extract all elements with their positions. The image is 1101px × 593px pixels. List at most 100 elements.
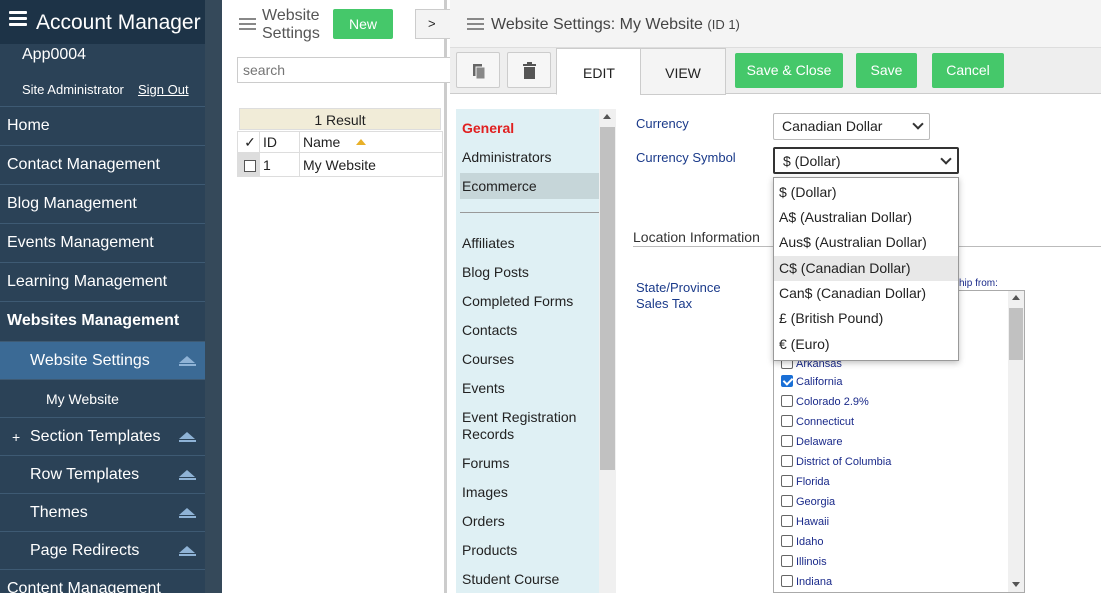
state-option[interactable]: Hawaii bbox=[781, 515, 829, 528]
category-general[interactable]: General bbox=[462, 120, 514, 136]
state-option[interactable]: Colorado 2.9% bbox=[781, 395, 869, 408]
save-close-button[interactable]: Save & Close bbox=[735, 53, 843, 88]
nav-item-page-redirects[interactable]: Page Redirects bbox=[0, 531, 205, 570]
nav-item-events-management[interactable]: Events Management bbox=[0, 223, 205, 262]
table-row[interactable]: 1 My Website bbox=[237, 152, 443, 177]
state-name: Florida bbox=[796, 476, 830, 488]
state-checkbox[interactable] bbox=[781, 455, 793, 467]
state-checkbox[interactable] bbox=[781, 575, 793, 587]
dropdown-option[interactable]: $ (Dollar) bbox=[774, 180, 958, 205]
nav-item-row-templates[interactable]: Row Templates bbox=[0, 455, 205, 494]
category-blog-posts[interactable]: Blog Posts bbox=[462, 264, 529, 280]
currency-symbol-select[interactable]: $ (Dollar) bbox=[773, 147, 959, 174]
category-images[interactable]: Images bbox=[462, 484, 508, 500]
state-checkbox[interactable] bbox=[781, 495, 793, 507]
nav-item-my-website[interactable]: My Website bbox=[0, 379, 205, 418]
state-scrollbar[interactable] bbox=[1008, 291, 1024, 592]
expand-panel-button[interactable]: > bbox=[415, 9, 451, 39]
category-orders[interactable]: Orders bbox=[462, 513, 505, 529]
state-checkbox[interactable] bbox=[781, 475, 793, 487]
nav-item-content-management[interactable]: Content Management bbox=[0, 569, 205, 593]
nav-item-blog-management[interactable]: Blog Management bbox=[0, 184, 205, 223]
scroll-down-icon[interactable] bbox=[1012, 582, 1020, 587]
nav-item-themes[interactable]: Themes bbox=[0, 493, 205, 532]
dropdown-option[interactable]: Aus$ (Australian Dollar) bbox=[774, 230, 958, 255]
category-student-course[interactable]: Student Course bbox=[462, 571, 559, 587]
collapse-icon[interactable] bbox=[179, 356, 196, 366]
scrollbar-thumb[interactable] bbox=[600, 127, 615, 470]
cancel-button[interactable]: Cancel bbox=[932, 53, 1004, 88]
state-checkbox[interactable] bbox=[781, 435, 793, 447]
category-products[interactable]: Products bbox=[462, 542, 517, 558]
category-scrollbar[interactable] bbox=[599, 109, 616, 593]
state-option[interactable]: California bbox=[781, 375, 842, 388]
state-checkbox[interactable] bbox=[781, 555, 793, 567]
category-ecommerce[interactable]: Ecommerce bbox=[460, 173, 599, 199]
state-option[interactable]: Georgia bbox=[781, 495, 835, 508]
copy-button[interactable] bbox=[456, 52, 500, 88]
name-column-header[interactable]: Name bbox=[299, 131, 443, 153]
state-option[interactable]: Illinois bbox=[781, 555, 827, 568]
id-column-header[interactable]: ID bbox=[259, 131, 300, 153]
state-name: District of Columbia bbox=[796, 456, 892, 468]
expand-plus-icon[interactable]: + bbox=[12, 418, 20, 456]
search-input[interactable] bbox=[237, 57, 452, 83]
category-contacts[interactable]: Contacts bbox=[462, 322, 517, 338]
dropdown-option[interactable]: € (Euro) bbox=[774, 332, 958, 357]
save-button[interactable]: Save bbox=[856, 53, 917, 88]
category-completed-forms[interactable]: Completed Forms bbox=[462, 293, 573, 309]
collapse-icon[interactable] bbox=[179, 470, 196, 480]
state-option[interactable]: Connecticut bbox=[781, 415, 854, 428]
collapse-icon[interactable] bbox=[179, 508, 196, 518]
delete-button[interactable] bbox=[507, 52, 551, 88]
state-checkbox[interactable] bbox=[781, 415, 793, 427]
currency-select[interactable]: Canadian Dollar bbox=[773, 113, 930, 140]
check-column-header[interactable]: ✓ bbox=[237, 131, 260, 153]
nav-item-websites-management[interactable]: Websites Management bbox=[0, 301, 205, 340]
divider bbox=[205, 0, 222, 593]
state-name: Colorado 2.9% bbox=[796, 396, 869, 408]
state-checkbox[interactable] bbox=[781, 535, 793, 547]
collapse-icon[interactable] bbox=[179, 546, 196, 556]
collapse-icon[interactable] bbox=[179, 432, 196, 442]
sort-asc-icon[interactable] bbox=[356, 139, 367, 145]
sign-out-link[interactable]: Sign Out bbox=[138, 82, 189, 97]
scrollbar-thumb[interactable] bbox=[1009, 308, 1023, 360]
state-option[interactable]: Florida bbox=[781, 475, 830, 488]
tab-view[interactable]: VIEW bbox=[640, 48, 726, 95]
state-checkbox-checked[interactable] bbox=[781, 375, 793, 387]
category-event-registration-records[interactable]: Event Registration Records bbox=[462, 409, 592, 443]
category-affiliates[interactable]: Affiliates bbox=[462, 235, 515, 251]
row-name[interactable]: My Website bbox=[299, 152, 443, 177]
category-events[interactable]: Events bbox=[462, 380, 505, 396]
record-id: (ID 1) bbox=[707, 17, 740, 32]
scroll-up-icon[interactable] bbox=[603, 114, 611, 119]
list-menu-icon[interactable] bbox=[239, 18, 256, 32]
editor-menu-icon[interactable] bbox=[467, 18, 484, 32]
dropdown-option[interactable]: A$ (Australian Dollar) bbox=[774, 205, 958, 230]
new-button[interactable]: New bbox=[333, 9, 393, 39]
dropdown-option[interactable]: £ (British Pound) bbox=[774, 306, 958, 331]
state-checkbox[interactable] bbox=[781, 515, 793, 527]
scroll-up-icon[interactable] bbox=[1012, 295, 1020, 300]
category-forums[interactable]: Forums bbox=[462, 455, 509, 471]
state-checkbox[interactable] bbox=[781, 395, 793, 407]
nav-item-website-settings[interactable]: Website Settings bbox=[0, 341, 205, 380]
state-option[interactable]: Idaho bbox=[781, 535, 824, 548]
currency-value: Canadian Dollar bbox=[782, 118, 883, 134]
tab-edit[interactable]: EDIT bbox=[556, 48, 642, 95]
nav-item-home[interactable]: Home bbox=[0, 106, 205, 145]
nav-item-learning-management[interactable]: Learning Management bbox=[0, 262, 205, 301]
category-administrators[interactable]: Administrators bbox=[462, 149, 551, 165]
nav-item-contact-management[interactable]: Contact Management bbox=[0, 145, 205, 184]
category-courses[interactable]: Courses bbox=[462, 351, 514, 367]
row-id: 1 bbox=[259, 152, 300, 177]
dropdown-option-highlighted[interactable]: C$ (Canadian Dollar) bbox=[774, 256, 958, 281]
state-option[interactable]: District of Columbia bbox=[781, 455, 891, 468]
state-option[interactable]: Indiana bbox=[781, 575, 832, 588]
row-checkbox[interactable] bbox=[244, 159, 256, 172]
menu-icon[interactable] bbox=[9, 11, 27, 27]
state-option[interactable]: Delaware bbox=[781, 435, 842, 448]
nav-item-section-templates[interactable]: + Section Templates bbox=[0, 417, 205, 456]
dropdown-option[interactable]: Can$ (Canadian Dollar) bbox=[774, 281, 958, 306]
